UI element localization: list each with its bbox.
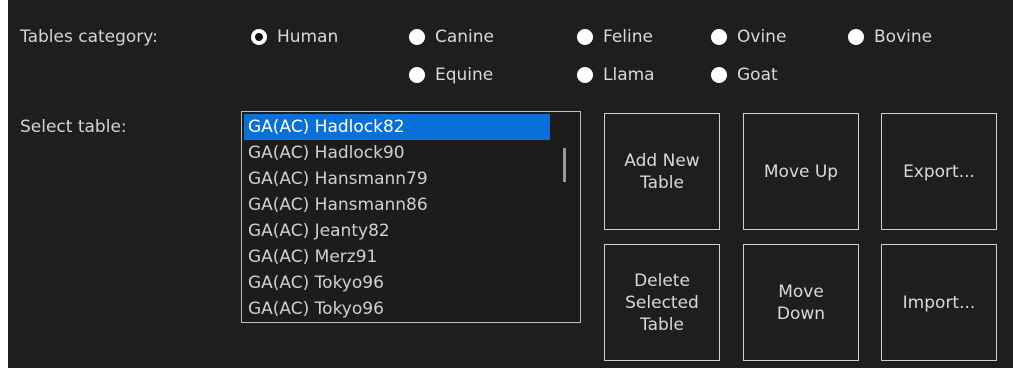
radio-equine[interactable]: Equine — [409, 65, 493, 85]
list-item[interactable]: GA(AC) Merz91 — [242, 244, 552, 270]
move-up-button[interactable]: Move Up — [743, 113, 859, 230]
radio-dot-icon — [577, 67, 593, 83]
radio-dot-icon — [711, 29, 727, 45]
radio-human[interactable]: Human — [251, 27, 338, 47]
list-item[interactable]: GA(AC) Tokyo96 — [242, 270, 552, 296]
radio-dot-icon — [409, 29, 425, 45]
radio-feline-label: Feline — [603, 27, 653, 47]
table-list: GA(AC) Hadlock82 GA(AC) Hadlock90 GA(AC)… — [242, 114, 552, 322]
import-button[interactable]: Import... — [881, 244, 997, 361]
radio-goat[interactable]: Goat — [711, 65, 778, 85]
list-item[interactable]: GA(AC) Hadlock90 — [242, 140, 552, 166]
delete-selected-table-button[interactable]: Delete Selected Table — [604, 244, 720, 361]
list-item[interactable]: GA(AC) Tokyo96 — [242, 296, 552, 322]
move-down-button[interactable]: Move Down — [743, 244, 859, 361]
list-item[interactable]: GA(AC) Hansmann86 — [242, 192, 552, 218]
radio-canine[interactable]: Canine — [409, 27, 494, 47]
radio-feline[interactable]: Feline — [577, 27, 653, 47]
radio-dot-icon — [711, 67, 727, 83]
radio-human-label: Human — [277, 27, 339, 47]
radio-bovine-label: Bovine — [874, 27, 933, 47]
listbox-scrollbar[interactable] — [550, 112, 580, 322]
list-item[interactable]: GA(AC) Hadlock82 — [244, 114, 550, 140]
radio-ovine-label: Ovine — [737, 27, 787, 47]
radio-ovine[interactable]: Ovine — [711, 27, 786, 47]
radio-llama-label: Llama — [603, 65, 655, 85]
scrollbar-thumb[interactable] — [563, 148, 566, 182]
radio-dot-icon — [848, 29, 864, 45]
radio-dot-checked-icon — [251, 29, 267, 45]
table-listbox[interactable]: GA(AC) Hadlock82 GA(AC) Hadlock90 GA(AC)… — [241, 111, 581, 323]
select-table-label: Select table: — [20, 117, 127, 137]
export-button[interactable]: Export... — [881, 113, 997, 230]
radio-canine-label: Canine — [435, 27, 495, 47]
list-item[interactable]: GA(AC) Jeanty82 — [242, 218, 552, 244]
radio-bovine[interactable]: Bovine — [848, 27, 932, 47]
radio-dot-icon — [409, 67, 425, 83]
tables-settings-panel: Tables category: Human Canine Feline Ovi… — [8, 0, 1013, 368]
radio-equine-label: Equine — [435, 65, 494, 85]
list-item[interactable]: GA(AC) Hansmann79 — [242, 166, 552, 192]
radio-llama[interactable]: Llama — [577, 65, 655, 85]
radio-dot-icon — [577, 29, 593, 45]
tables-category-label: Tables category: — [20, 27, 158, 47]
add-new-table-button[interactable]: Add New Table — [604, 113, 720, 230]
radio-goat-label: Goat — [737, 65, 778, 85]
